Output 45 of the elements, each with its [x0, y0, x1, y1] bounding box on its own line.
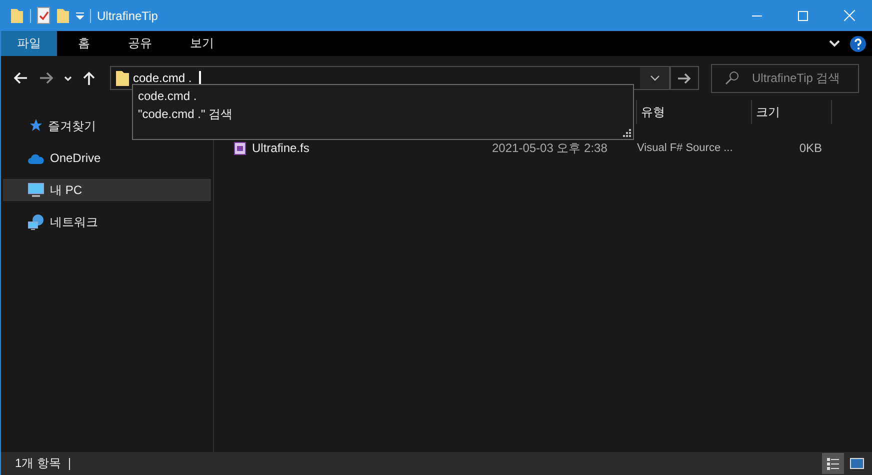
cloud-icon — [28, 152, 44, 164]
ribbon-tab[interactable]: 파일 — [1, 31, 57, 56]
search-icon — [725, 70, 739, 84]
sidebar-item[interactable]: OneDrive — [3, 147, 211, 169]
ribbon-tab[interactable]: 보기 — [173, 31, 231, 56]
details-view-icon[interactable] — [827, 458, 839, 470]
file-icon — [234, 142, 246, 154]
sidebar-item[interactable]: 내 PC — [3, 179, 211, 201]
item-count: 1개 항목 — [15, 455, 62, 472]
resize-grip-icon[interactable] — [623, 129, 631, 137]
address-field[interactable]: code.cmd . — [133, 71, 195, 85]
suggestion-item[interactable]: code.cmd . — [138, 87, 197, 105]
go-button[interactable] — [670, 66, 699, 90]
folder-icon[interactable] — [10, 8, 24, 24]
chevron-down-icon[interactable] — [650, 75, 660, 81]
file-size: 0KB — [798, 141, 822, 155]
column-header[interactable]: 크기 — [752, 100, 832, 124]
window-title: UltrafineTip — [97, 8, 158, 22]
maximize-icon[interactable] — [798, 10, 808, 20]
checklist-icon[interactable] — [37, 7, 50, 24]
arrow-right-icon[interactable] — [678, 72, 691, 84]
network-icon — [28, 214, 44, 230]
ribbon-tab[interactable]: 공유 — [111, 31, 169, 56]
search-field[interactable]: UltrafineTip 검색 — [711, 64, 859, 92]
ribbon-tab[interactable]: 홈 — [61, 31, 107, 56]
dropdown-icon[interactable] — [76, 12, 84, 20]
forward-arrow-icon[interactable] — [39, 72, 53, 84]
up-arrow-icon[interactable] — [83, 71, 95, 85]
sidebar-item[interactable]: 네트워크 — [3, 211, 211, 233]
file-name: Ultrafine.fs — [252, 141, 310, 155]
column-header[interactable]: 유형 — [637, 100, 752, 124]
help-icon[interactable] — [850, 36, 866, 52]
file-date: 2021-05-03 오후 2:38 — [492, 140, 608, 156]
chevron-down-icon[interactable] — [64, 76, 72, 80]
monitor-icon — [28, 183, 44, 197]
details-view-button[interactable] — [822, 453, 844, 474]
folder-icon[interactable] — [56, 8, 70, 24]
star-icon — [28, 119, 42, 133]
back-arrow-icon[interactable] — [14, 72, 28, 84]
close-icon[interactable] — [844, 10, 854, 21]
picture-view-icon[interactable] — [850, 458, 864, 469]
folder-icon — [116, 70, 129, 86]
file-type: Visual F# Source ... — [637, 142, 734, 154]
chevron-down-icon[interactable] — [829, 40, 840, 47]
suggestion-item[interactable]: "code.cmd ." 검색 — [138, 105, 233, 123]
